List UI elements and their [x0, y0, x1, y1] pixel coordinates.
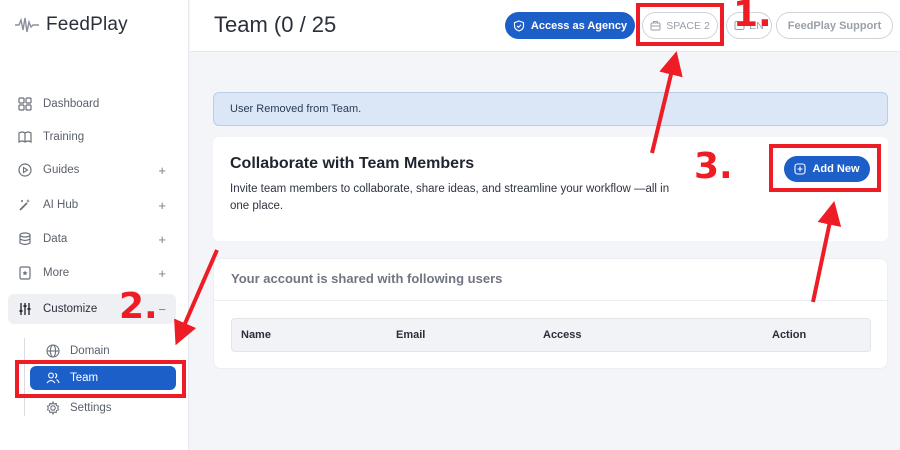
- collapse-toggle[interactable]: −: [158, 302, 166, 317]
- column-header-name: Name: [241, 329, 271, 341]
- sidebar-item-ai-hub[interactable]: AI Hub +: [18, 192, 176, 218]
- alert-message: User Removed from Team.: [230, 103, 362, 115]
- sidebar-subitem-label: Domain: [70, 345, 110, 357]
- alert-banner: User Removed from Team.: [213, 92, 888, 126]
- page-title: Team (0 / 25: [214, 12, 337, 37]
- sidebar-item-label: Data: [43, 233, 68, 245]
- annotation-box-space: [636, 3, 724, 46]
- expand-toggle[interactable]: +: [158, 266, 166, 281]
- shared-users-title: Your account is shared with following us…: [231, 271, 503, 286]
- access-as-agency-label: Access as Agency: [530, 19, 628, 32]
- shared-users-card: Your account is shared with following us…: [213, 258, 888, 369]
- annotation-box-team: [15, 360, 186, 398]
- collaborate-title: Collaborate with Team Members: [230, 155, 475, 172]
- gear-icon: [46, 401, 60, 415]
- dashboard-icon: [18, 97, 32, 111]
- sidebar-item-label: Customize: [43, 303, 98, 315]
- annotation-box-add-new: [769, 144, 881, 192]
- users-table-header: Name Email Access Action: [231, 318, 871, 352]
- topbar: Team (0 / 25 Access as Agency SPACE 2 EN…: [190, 0, 900, 52]
- sidebar-item-label: Dashboard: [43, 98, 100, 110]
- divider: [214, 300, 887, 301]
- sidebar-item-label: More: [43, 267, 70, 279]
- play-circle-icon: [18, 163, 32, 177]
- sidebar-item-label: Guides: [43, 164, 80, 176]
- shield-icon: [513, 19, 524, 32]
- column-header-access: Access: [543, 329, 582, 341]
- sidebar-item-dashboard[interactable]: Dashboard: [18, 91, 176, 117]
- annotation-number-1: 1.: [733, 0, 772, 35]
- soundwave-logo-icon: [15, 17, 39, 33]
- magic-wand-icon: [18, 198, 32, 212]
- sidebar-item-label: Training: [43, 131, 85, 143]
- expand-toggle[interactable]: +: [158, 198, 166, 213]
- sidebar-item-label: AI Hub: [43, 199, 79, 211]
- column-header-email: Email: [396, 329, 426, 341]
- app-logo[interactable]: FeedPlay: [14, 14, 128, 36]
- access-as-agency-button[interactable]: Access as Agency: [505, 12, 635, 39]
- database-icon: [18, 232, 32, 246]
- app-name: FeedPlay: [46, 14, 128, 35]
- support-label: FeedPlay Support: [787, 19, 882, 32]
- collaborate-description: Invite team members to collaborate, shar…: [230, 183, 670, 212]
- expand-toggle[interactable]: +: [158, 232, 166, 247]
- sidebar-item-more[interactable]: More +: [18, 260, 176, 286]
- sliders-icon: [18, 302, 32, 316]
- globe-icon: [46, 344, 60, 358]
- annotation-number-2: 2.: [119, 286, 158, 327]
- sidebar-subitem-label: Settings: [70, 402, 112, 414]
- sidebar-subitem-settings[interactable]: Settings: [30, 396, 176, 420]
- book-icon: [18, 130, 32, 144]
- expand-toggle[interactable]: +: [158, 163, 166, 178]
- annotation-number-3: 3.: [694, 146, 733, 187]
- column-header-action: Action: [772, 329, 807, 341]
- sidebar-item-guides[interactable]: Guides +: [18, 157, 176, 183]
- support-button[interactable]: FeedPlay Support: [776, 12, 893, 39]
- sidebar-item-training[interactable]: Training: [18, 124, 176, 150]
- star-doc-icon: [18, 266, 32, 280]
- sidebar-item-data[interactable]: Data +: [18, 226, 176, 252]
